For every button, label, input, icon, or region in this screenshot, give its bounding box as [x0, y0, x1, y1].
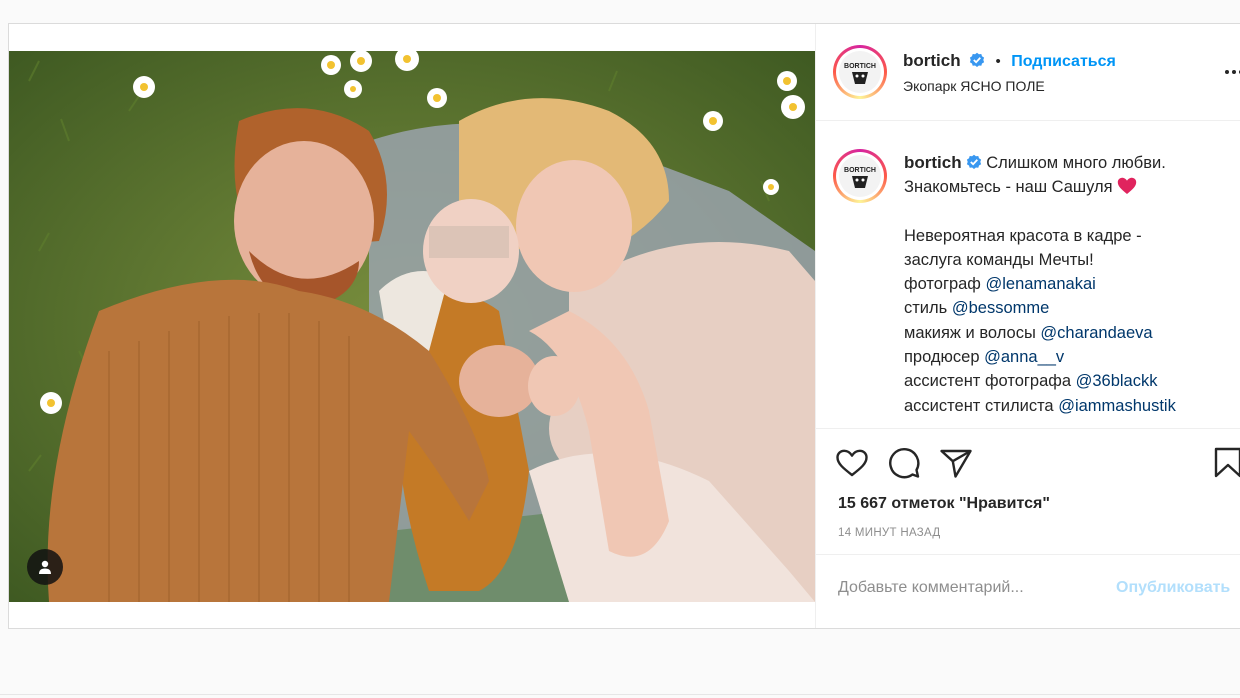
comment-input[interactable]: [838, 579, 1108, 597]
credit-line: стиль @bessomme: [904, 296, 1240, 320]
bortich-logo-icon: BORTICH: [844, 63, 876, 84]
mention-link[interactable]: @anna__v: [984, 348, 1064, 366]
post-sidebar: BORTICH bortich • Подписаться Экопарк ЯС…: [815, 24, 1240, 628]
heart-emoji-icon: [1118, 178, 1137, 195]
share-icon[interactable]: [938, 445, 974, 481]
caption-avatar[interactable]: BORTICH: [833, 149, 887, 203]
credit-role: макияж и волосы: [904, 323, 1036, 342]
post-actions: 15 667 отметок "Нравится" 14 МИНУТ НАЗАД: [816, 428, 1240, 553]
comment-icon[interactable]: [886, 445, 922, 481]
caption-line: Знакомьтесь - наш Сашуля: [904, 178, 1113, 197]
svg-text:BORTICH: BORTICH: [844, 167, 876, 174]
mention-link[interactable]: @bessomme: [952, 299, 1049, 317]
more-options-icon[interactable]: [1217, 66, 1240, 78]
mention-link[interactable]: @charandaeva: [1040, 324, 1152, 342]
mention-link[interactable]: @36blackk: [1076, 372, 1158, 390]
likes-count[interactable]: 15 667 отметок "Нравится": [838, 495, 1050, 513]
credit-line: ассистент фотографа @36blackk: [904, 369, 1240, 393]
credit-role: ассистент стилиста: [904, 396, 1054, 415]
mention-link[interactable]: @lenamanakai: [985, 275, 1095, 293]
post-caption: BORTICH bortich Слишком много любви. Зна…: [816, 121, 1240, 427]
avatar[interactable]: BORTICH: [833, 45, 887, 99]
credit-line: макияж и волосы @charandaeva: [904, 321, 1240, 345]
caption-line: Невероятная красота в кадре -: [904, 226, 1142, 245]
caption-line: заслуга команды Мечты!: [904, 250, 1094, 269]
credit-role: фотограф: [904, 275, 981, 294]
follow-button[interactable]: Подписаться: [1011, 53, 1116, 70]
mention-link[interactable]: @iammashustik: [1058, 397, 1176, 415]
family-photo-illustration: [9, 51, 815, 602]
heart-icon[interactable]: [834, 445, 870, 481]
publish-button[interactable]: Опубликовать: [1116, 579, 1230, 597]
user-tag-icon: [39, 560, 51, 574]
caption-text: bortich Слишком много любви. Знакомьтесь…: [904, 151, 1240, 418]
caption-line: Слишком много любви.: [986, 154, 1166, 172]
credit-role: стиль: [904, 299, 948, 318]
credit-line: продюсер @anna__v: [904, 345, 1240, 369]
post-timestamp[interactable]: 14 МИНУТ НАЗАД: [838, 527, 941, 539]
credit-line: фотограф @lenamanakai: [904, 272, 1240, 296]
credit-line: ассистент стилиста @iammashustik: [904, 394, 1240, 418]
svg-text:BORTICH: BORTICH: [844, 63, 876, 70]
credit-role: продюсер: [904, 348, 980, 367]
bookmark-icon[interactable]: [1212, 445, 1240, 481]
bortich-logo-icon: BORTICH: [844, 167, 876, 188]
caption-username[interactable]: bortich: [904, 153, 962, 172]
verified-badge-icon: [969, 52, 985, 67]
credit-role: ассистент фотографа: [904, 372, 1072, 391]
page-divider: [0, 694, 1240, 695]
post-header: BORTICH bortich • Подписаться Экопарк ЯС…: [816, 24, 1240, 121]
user-tag-button[interactable]: [27, 549, 63, 585]
post-card: BORTICH bortich • Подписаться Экопарк ЯС…: [8, 23, 1240, 629]
post-author-username[interactable]: bortich: [903, 51, 961, 70]
verified-badge-icon: [966, 154, 981, 169]
post-location[interactable]: Экопарк ЯСНО ПОЛЕ: [903, 78, 1045, 94]
comment-form: Опубликовать: [816, 554, 1240, 628]
post-photo[interactable]: [9, 51, 815, 602]
separator-dot: •: [995, 53, 1001, 70]
